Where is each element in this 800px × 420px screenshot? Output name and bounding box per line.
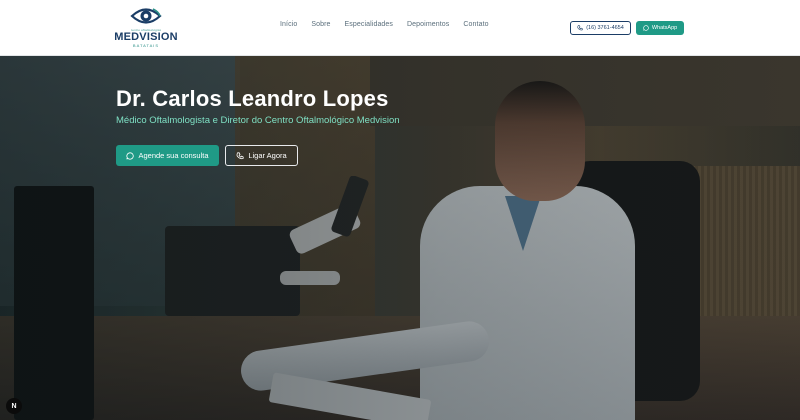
phone-button-label: (16) 3761-4654	[586, 25, 624, 31]
nav-especialidades[interactable]: Especialidades	[345, 21, 394, 28]
logo-city: BATATAIS	[132, 43, 160, 48]
nav-inicio[interactable]: Início	[280, 21, 297, 28]
whatsapp-button-label: WhatsApp	[651, 25, 678, 31]
site-header: centro oftalmológico MEDVISION BATATAIS …	[0, 0, 800, 56]
schedule-appointment-button[interactable]: Agende sua consulta	[116, 145, 219, 166]
hero-title: Dr. Carlos Leandro Lopes	[116, 86, 389, 111]
call-now-button[interactable]: Ligar Agora	[225, 145, 298, 166]
chat-bubble-icon	[643, 25, 649, 31]
phone-icon	[577, 25, 583, 31]
logo-name: MEDVISION	[114, 31, 178, 43]
n-badge[interactable]: N	[6, 398, 22, 414]
phone-button[interactable]: (16) 3761-4654	[570, 21, 631, 35]
main-nav: Início Sobre Especialidades Depoimentos …	[280, 21, 503, 28]
nav-sobre[interactable]: Sobre	[311, 21, 330, 28]
phone-icon	[236, 151, 244, 159]
nav-contato[interactable]: Contato	[463, 21, 488, 28]
whatsapp-button[interactable]: WhatsApp	[636, 21, 684, 35]
hero-subtitle: Médico Oftalmologista e Diretor do Centr…	[116, 115, 400, 126]
eye-logo-icon	[130, 8, 162, 24]
schedule-appointment-label: Agende sua consulta	[138, 151, 209, 160]
hero-section: Dr. Carlos Leandro Lopes Médico Oftalmol…	[0, 56, 800, 420]
chat-bubble-icon	[126, 151, 135, 160]
medvision-logo[interactable]: centro oftalmológico MEDVISION BATATAIS	[114, 5, 178, 51]
nav-depoimentos[interactable]: Depoimentos	[407, 21, 449, 28]
call-now-label: Ligar Agora	[248, 151, 287, 160]
